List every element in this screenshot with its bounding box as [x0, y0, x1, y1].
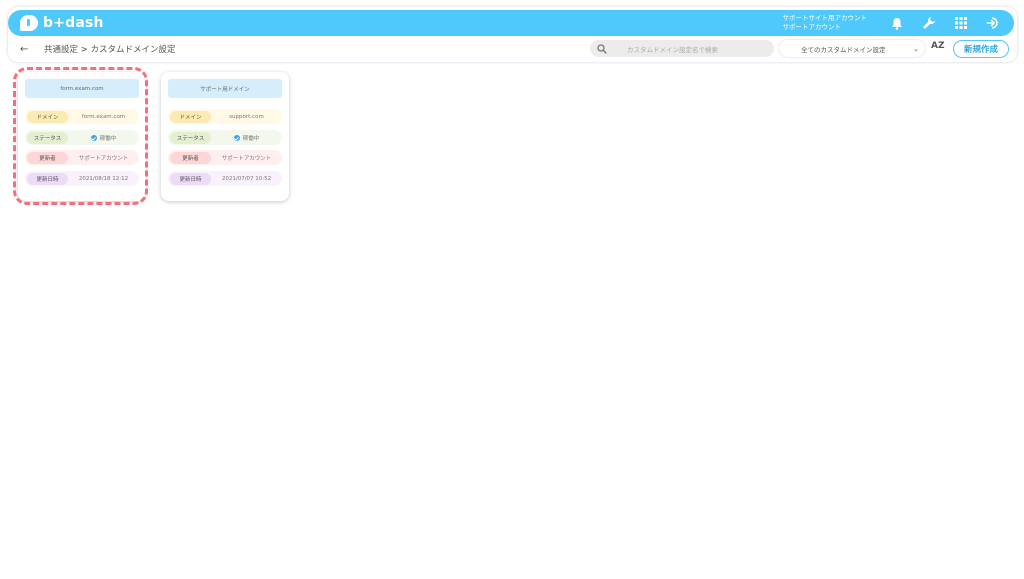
account-site-name: サポートサイト用アカウント [782, 14, 868, 22]
back-arrow-icon[interactable]: ← [20, 44, 34, 55]
bell-icon[interactable] [890, 16, 904, 30]
logout-icon[interactable] [986, 16, 1000, 30]
status-text: 稼働中 [242, 135, 260, 142]
search-icon [597, 43, 607, 54]
card-row-updater: 更新者 サポートアカウント [168, 150, 282, 165]
logo-text: b+dash [43, 15, 104, 31]
account-user-name: サポートアカウント [782, 23, 842, 31]
search-box[interactable]: カスタムドメイン設定名で検索 [590, 40, 774, 57]
wrench-icon[interactable] [922, 16, 936, 30]
filter-select-value: 全てのカスタムドメイン設定 [801, 45, 886, 54]
status-value: 稼働中 [211, 134, 282, 142]
new-create-button[interactable]: 新規作成 [953, 40, 1009, 58]
check-circle-icon [233, 134, 240, 141]
updated-at-value: 2021/07/07 10:52 [221, 175, 272, 182]
updater-label: 更新者 [170, 151, 211, 164]
domain-label: ドメイン [170, 110, 211, 123]
logo-icon [20, 15, 38, 31]
domain-card[interactable]: サポート用ドメイン ドメイン support.com ステータス 稼働中 更新者… [161, 72, 289, 201]
app-logo[interactable]: b+dash [20, 15, 104, 31]
search-input[interactable]: カスタムドメイン設定名で検索 [627, 44, 718, 54]
card-row-status: ステータス 稼働中 [168, 130, 282, 145]
card-row-domain: ドメイン support.com [168, 109, 282, 124]
updated-at-label: 更新日時 [170, 172, 211, 185]
sub-bar: ← 共通設定 > カスタムドメイン設定 カスタムドメイン設定名で検索 全てのカス… [8, 38, 1014, 60]
status-label: ステータス [170, 131, 211, 144]
filter-select[interactable]: 全てのカスタムドメイン設定 ⌄ [779, 40, 925, 57]
account-info[interactable]: サポートサイト用アカウント サポートアカウント [783, 14, 868, 32]
highlight-outline [13, 67, 148, 205]
card-title: サポート用ドメイン [168, 79, 282, 98]
updater-value: サポートアカウント [221, 155, 272, 162]
top-bar: b+dash サポートサイト用アカウント サポートアカウント [8, 10, 1014, 36]
breadcrumb: 共通設定 > カスタムドメイン設定 [44, 45, 176, 55]
chevron-down-icon: ⌄ [913, 44, 919, 53]
card-row-updated-at: 更新日時 2021/07/07 10:52 [168, 171, 282, 186]
sort-az-button[interactable]: AZ [931, 41, 945, 51]
domain-value: support.com [229, 113, 264, 120]
grid-icon[interactable] [954, 16, 968, 30]
